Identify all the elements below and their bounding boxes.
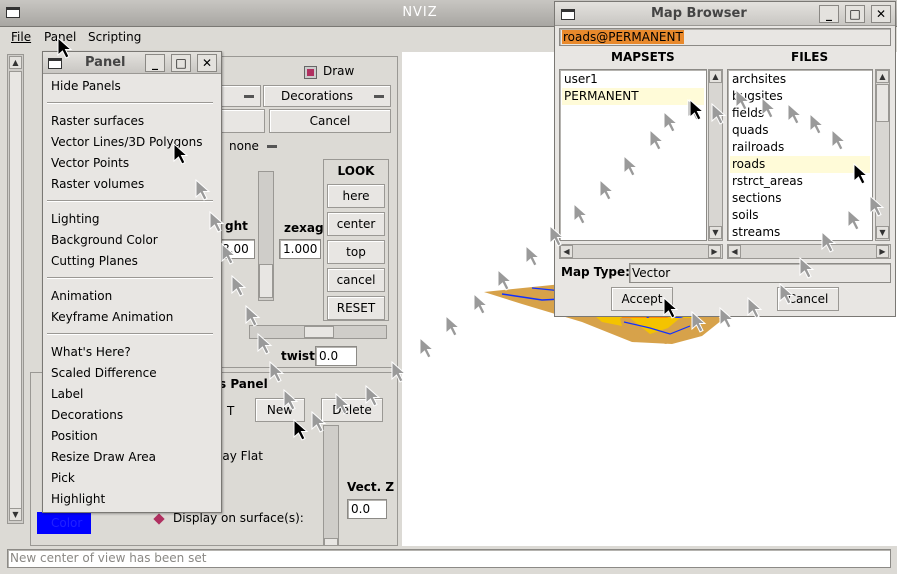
- mouse-trail-overlay: [57, 37, 884, 441]
- cursor-trail: [195, 89, 884, 433]
